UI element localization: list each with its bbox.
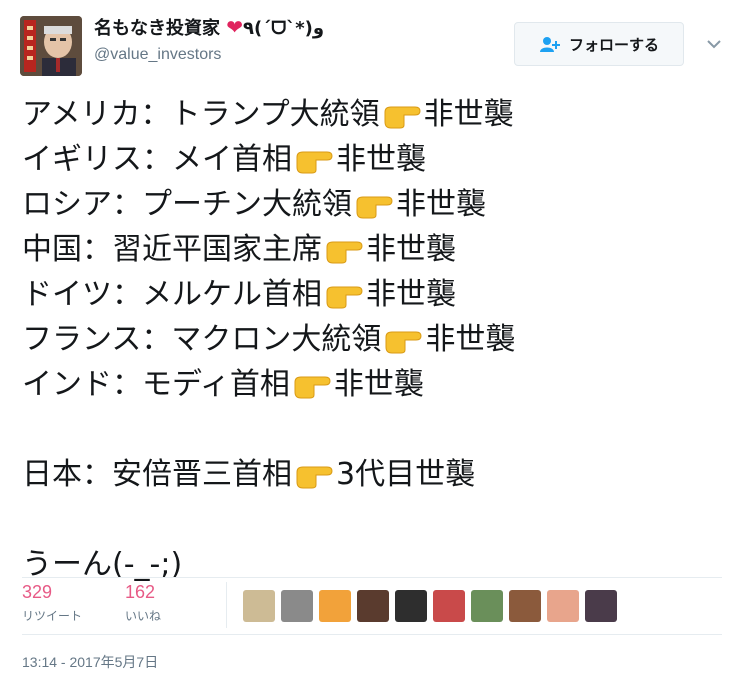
follow-button-label: フォローする [568, 35, 659, 54]
liker-avatar[interactable] [395, 590, 427, 622]
pointing-right-icon [326, 286, 363, 308]
liker-avatar[interactable] [471, 590, 503, 622]
tweet-line-japan: 日本：安倍晋三首相 3代目世襲 [22, 452, 722, 497]
tweet-line-right: 非世襲 [425, 322, 516, 357]
add-user-icon [539, 37, 560, 52]
divider [22, 577, 722, 578]
liker-avatar[interactable] [319, 590, 351, 622]
tweet-timestamp[interactable]: 13:14 - 2017年5月7日 [22, 652, 158, 672]
like-label: いいね [125, 609, 162, 623]
avatar[interactable] [20, 16, 82, 76]
tweet-line-left: フランス：マクロン大統領 [22, 322, 382, 357]
liker-avatar[interactable] [547, 590, 579, 622]
tweet-line-left: アメリカ：トランプ大統領 [22, 97, 380, 132]
tweet-line-left: イギリス：メイ首相 [22, 142, 292, 177]
liker-avatar[interactable] [433, 590, 465, 622]
tweet-line-right: 非世襲 [423, 97, 514, 132]
follow-button[interactable]: フォローする [514, 22, 684, 66]
retweet-count: 329 [22, 582, 53, 602]
pointing-right-icon [296, 151, 333, 173]
tweet-line-left: ドイツ：メルケル首相 [22, 277, 322, 312]
tweet-line-right: 非世襲 [396, 187, 486, 222]
liker-avatar[interactable] [281, 590, 313, 622]
tweet-closing: うーん(-_-;) [22, 542, 722, 587]
tweet-line: イギリス：メイ首相 非世襲 [22, 137, 722, 182]
like-count: 162 [125, 582, 156, 602]
pointing-right-icon [294, 376, 331, 398]
liker-avatar[interactable] [357, 590, 389, 622]
pointing-right-icon [356, 196, 393, 218]
tweet-line-left: 日本：安倍晋三首相 [22, 457, 292, 492]
tweet-text: アメリカ：トランプ大統領 非世襲 イギリス：メイ首相 非世襲 ロシア：プーチン大… [22, 92, 722, 587]
divider [22, 634, 722, 635]
tweet-line-right: 非世襲 [333, 367, 424, 402]
liker-avatar[interactable] [509, 590, 541, 622]
tweet-line-left: インド：モディ首相 [22, 367, 290, 402]
tweet-line: インド：モディ首相 非世襲 [22, 362, 722, 407]
tweet-closing-text: うーん(-_-;) [22, 547, 183, 582]
divider [226, 582, 227, 628]
tweet-line-right: 非世襲 [366, 232, 456, 267]
pointing-right-icon [326, 241, 363, 263]
heart-icon: ❤ [226, 15, 244, 39]
tweet-line-right: 非世襲 [366, 277, 456, 312]
tweet-line-left: ロシア：プーチン大統領 [22, 187, 352, 222]
liker-avatar[interactable] [243, 590, 275, 622]
tweet-line: フランス：マクロン大統領 非世襲 [22, 317, 722, 362]
kaomoji: ٩(ˊᗜˋ*)و [243, 18, 325, 39]
liker-avatars [243, 590, 617, 622]
pointing-right-icon [384, 106, 421, 128]
retweet-stat[interactable]: 329 リツイート [22, 582, 82, 624]
chevron-down-icon[interactable] [700, 30, 728, 58]
tweet-line: ドイツ：メルケル首相 非世襲 [22, 272, 722, 317]
user-handle[interactable]: @value_investors [94, 46, 221, 64]
retweet-label: リツイート [22, 609, 83, 623]
like-stat[interactable]: 162 いいね [125, 582, 161, 624]
tweet-line-left: 中国：習近平国家主席 [22, 232, 322, 267]
tweet-line-right: 非世襲 [336, 142, 426, 177]
tweet-line: アメリカ：トランプ大統領 非世襲 [22, 92, 722, 137]
pointing-right-icon [385, 331, 422, 353]
liker-avatar[interactable] [585, 590, 617, 622]
tweet-line: ロシア：プーチン大統領 非世襲 [22, 182, 722, 227]
pointing-right-icon [296, 466, 333, 488]
display-name[interactable]: 名もなき投資家 ❤٩(ˊᗜˋ*)و [94, 14, 324, 40]
tweet-line: 中国：習近平国家主席 非世襲 [22, 227, 722, 272]
display-name-text: 名もなき投資家 [94, 18, 220, 39]
tweet-line-right: 3代目世襲 [336, 457, 476, 492]
